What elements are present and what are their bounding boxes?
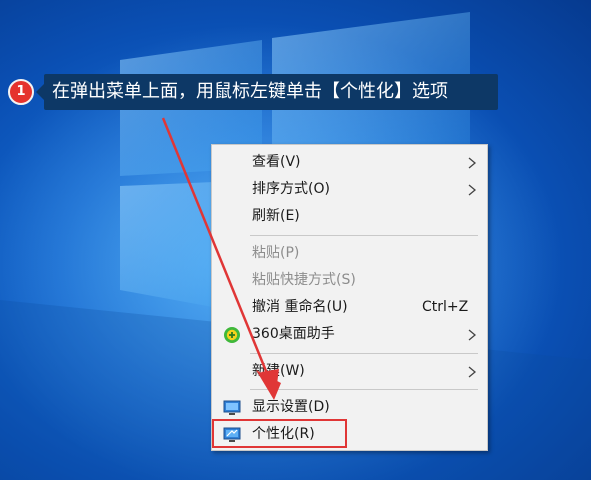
chevron-right-icon xyxy=(468,329,477,341)
menu-item-paste: 粘贴(P) xyxy=(212,240,487,267)
menu-item-refresh[interactable]: 刷新(E) xyxy=(212,203,487,230)
personalize-highlight-box xyxy=(212,419,347,448)
menu-item-undo-rename[interactable]: 撤消 重命名(U) Ctrl+Z xyxy=(212,294,487,321)
menu-item-360-desktop-assistant[interactable]: 360桌面助手 xyxy=(212,321,487,348)
chevron-right-icon xyxy=(468,366,477,378)
menu-separator xyxy=(250,389,478,390)
menu-item-label: 查看(V) xyxy=(252,154,301,170)
step-number-badge: 1 xyxy=(8,79,34,105)
menu-item-new[interactable]: 新建(W) xyxy=(212,358,487,385)
360-icon xyxy=(224,327,240,343)
chevron-right-icon xyxy=(468,157,477,169)
menu-separator xyxy=(250,353,478,354)
menu-item-label: 粘贴快捷方式(S) xyxy=(252,272,356,288)
menu-item-label: 排序方式(O) xyxy=(252,181,330,197)
menu-item-shortcut: Ctrl+Z xyxy=(422,299,469,315)
menu-item-view[interactable]: 查看(V) xyxy=(212,149,487,176)
desktop-context-menu: 查看(V) 排序方式(O) 刷新(E) 粘贴(P) 粘贴快捷方式(S) 撤消 重… xyxy=(211,144,488,451)
desktop-background: 1 在弹出菜单上面，用鼠标左键单击【个性化】选项 查看(V) 排序方式(O) 刷… xyxy=(0,0,591,480)
menu-item-label: 360桌面助手 xyxy=(252,326,335,342)
callout-pointer xyxy=(36,84,44,100)
instruction-callout: 1 在弹出菜单上面，用鼠标左键单击【个性化】选项 xyxy=(8,74,498,110)
callout-text: 在弹出菜单上面，用鼠标左键单击【个性化】选项 xyxy=(44,74,498,110)
menu-item-label: 粘贴(P) xyxy=(252,245,300,261)
menu-item-label: 新建(W) xyxy=(252,363,305,379)
menu-item-label: 撤消 重命名(U) xyxy=(252,299,348,315)
menu-item-label: 显示设置(D) xyxy=(252,399,330,415)
chevron-right-icon xyxy=(468,184,477,196)
menu-item-sort-by[interactable]: 排序方式(O) xyxy=(212,176,487,203)
display-settings-icon xyxy=(223,400,241,415)
menu-item-label: 刷新(E) xyxy=(252,208,300,224)
menu-item-paste-shortcut: 粘贴快捷方式(S) xyxy=(212,267,487,294)
menu-separator xyxy=(250,235,478,236)
menu-item-display-settings[interactable]: 显示设置(D) xyxy=(212,394,487,421)
